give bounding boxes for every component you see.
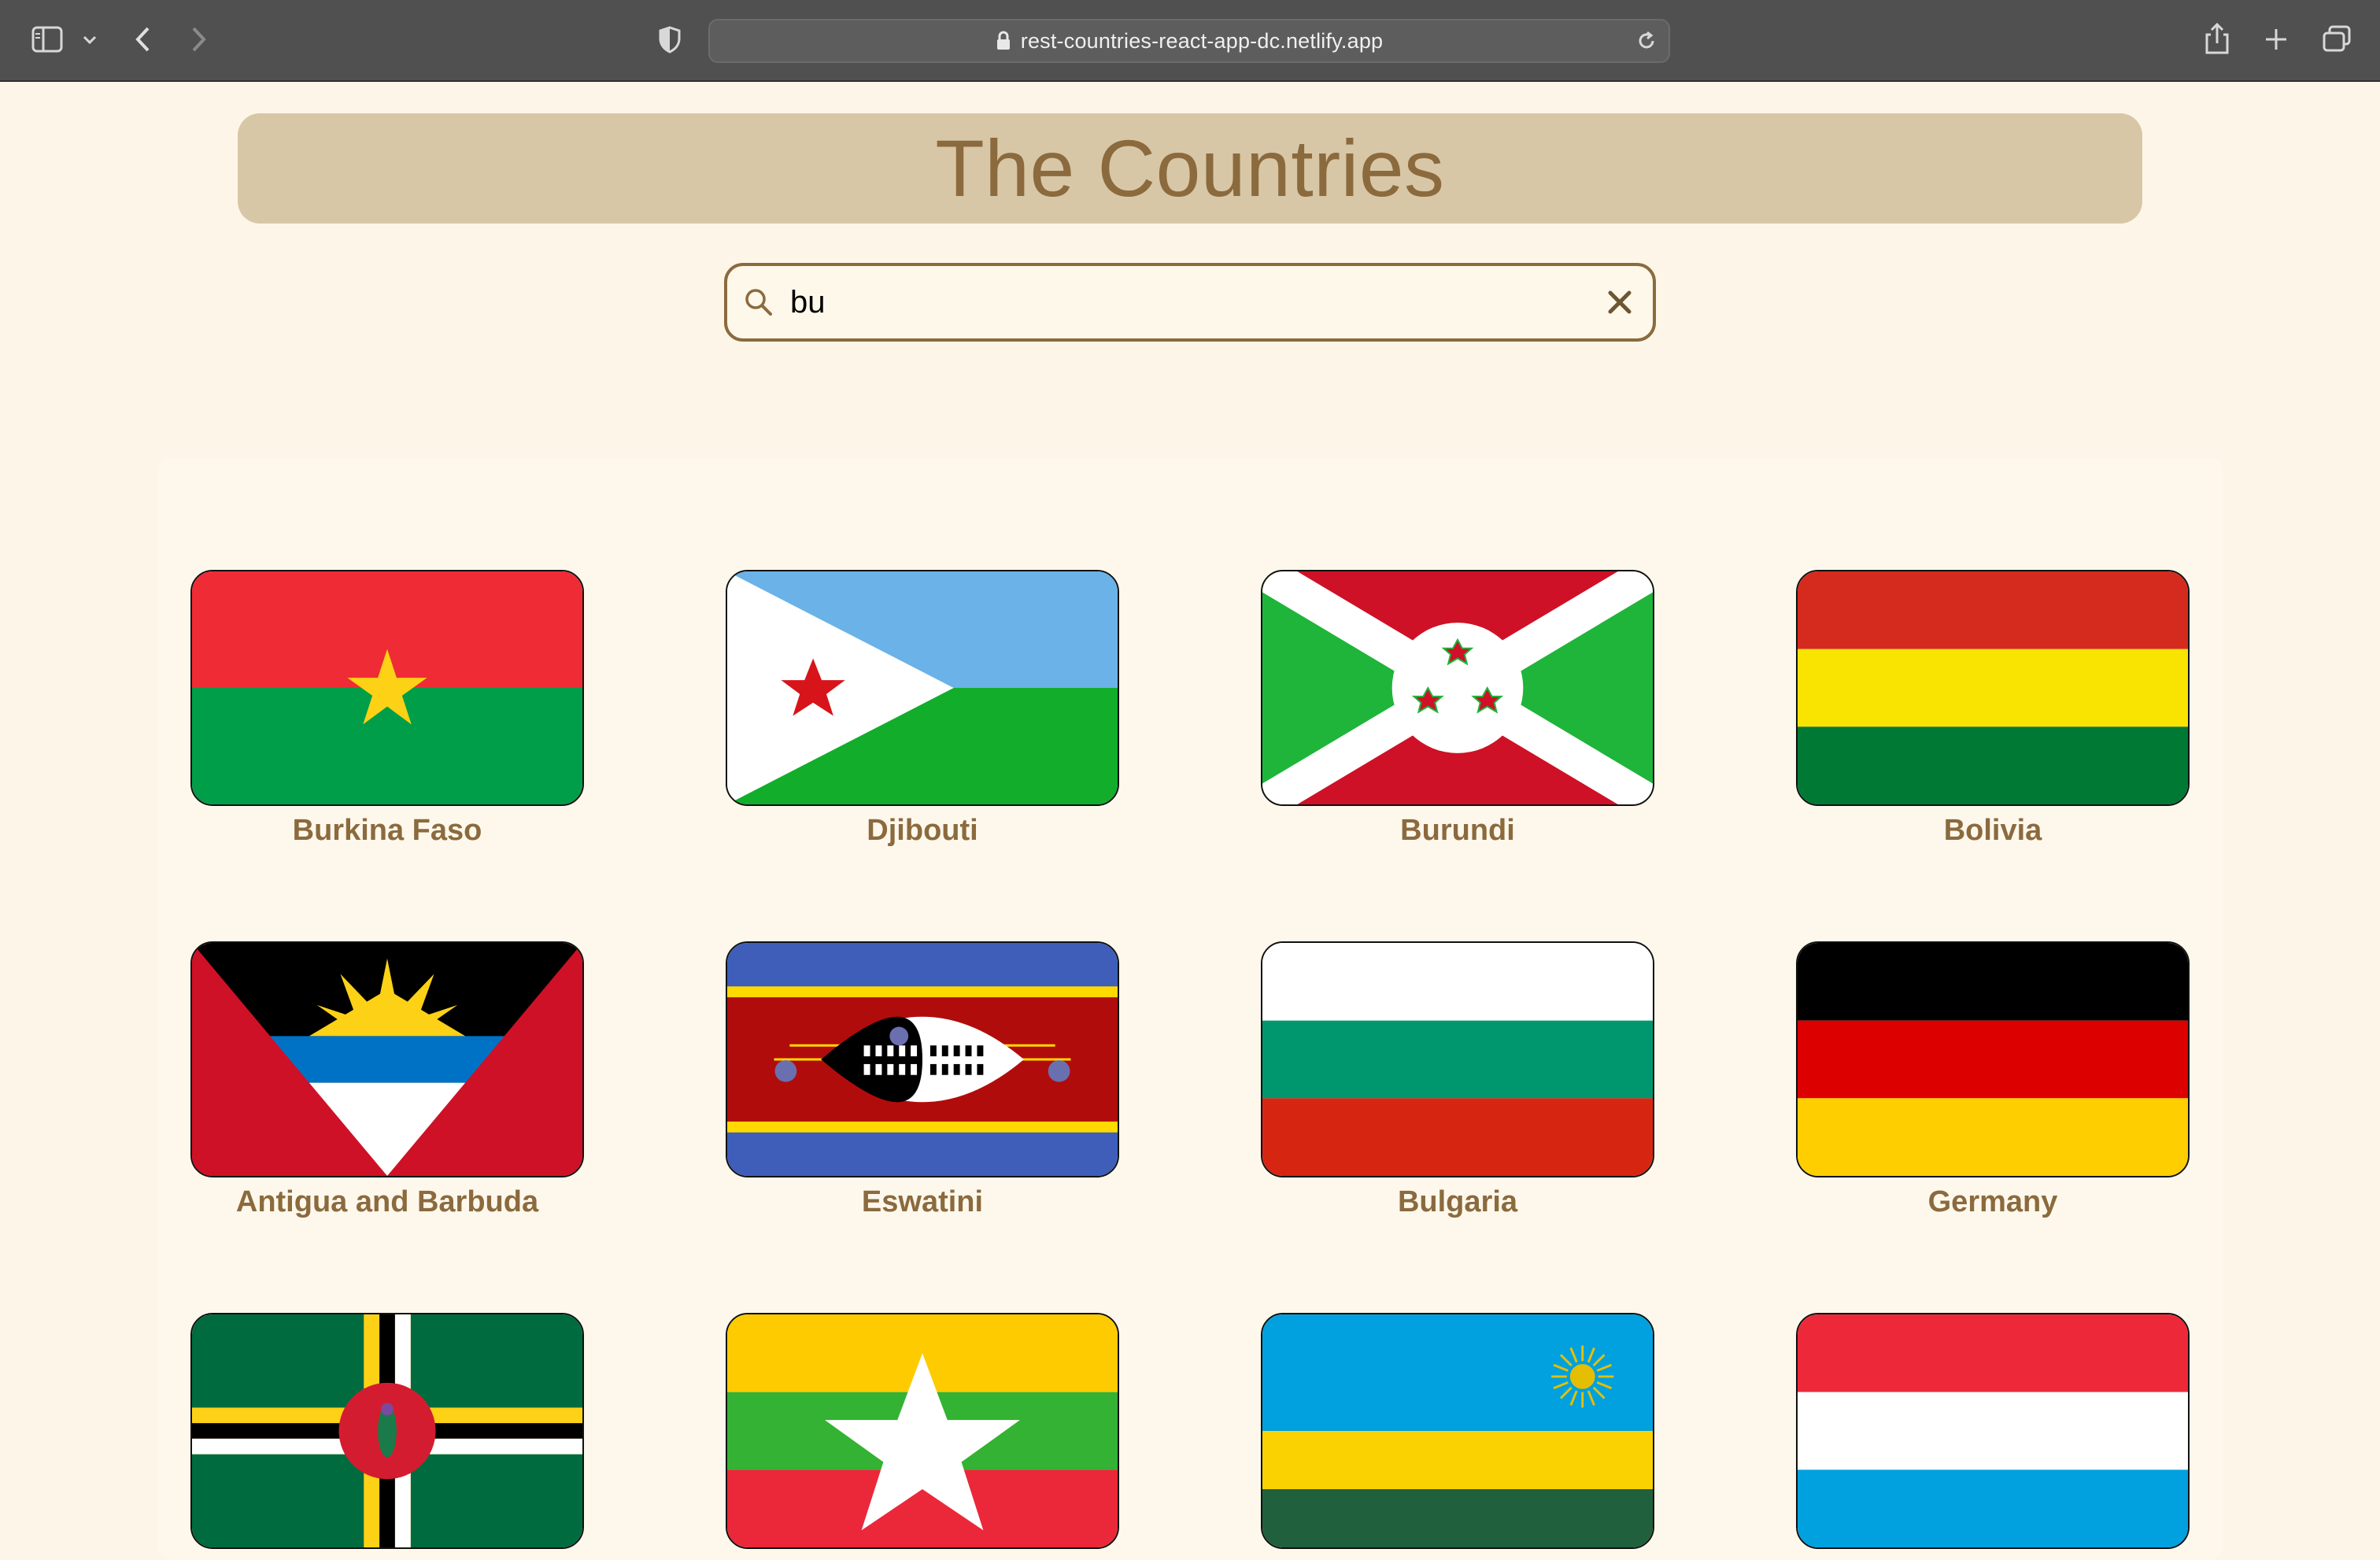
page-title: The Countries [935, 123, 1445, 213]
eswatini-flag-icon [726, 941, 1119, 1177]
forward-arrow-icon[interactable] [189, 25, 208, 54]
dominica-flag-icon [190, 1313, 584, 1549]
country-name: Eswatini [861, 1185, 984, 1218]
country-card-myanmar[interactable] [726, 1313, 1119, 1557]
search-icon [743, 286, 774, 322]
country-card-djibouti[interactable]: Djibouti [726, 570, 1119, 848]
url-text: rest-countries-react-app-dc.netlify.app [1020, 28, 1384, 53]
country-card-antigua-and-barbuda[interactable]: Antigua and Barbuda [190, 941, 584, 1219]
clear-search-icon[interactable] [1607, 290, 1632, 319]
country-card-burundi[interactable]: Burundi [1261, 570, 1654, 848]
share-icon[interactable] [2204, 22, 2230, 55]
search-box[interactable] [724, 263, 1656, 342]
sidebar-toggle-icon[interactable] [31, 25, 63, 54]
tab-overview-icon[interactable] [2322, 25, 2352, 54]
chevron-down-icon[interactable] [82, 35, 98, 46]
djibouti-flag-icon [726, 570, 1119, 806]
country-name: Bolivia [1943, 814, 2042, 847]
country-name: Germany [1927, 1185, 2058, 1218]
country-card-burkina-faso[interactable]: Burkina Faso [190, 570, 584, 848]
address-bar[interactable]: rest-countries-react-app-dc.netlify.app [708, 19, 1670, 63]
country-name: Burundi [1400, 814, 1515, 847]
country-card-germany[interactable]: Germany [1796, 941, 2190, 1219]
luxembourg-flag-icon [1796, 1313, 2190, 1549]
country-card-luxembourg[interactable] [1796, 1313, 2190, 1557]
bulgaria-flag-icon [1261, 941, 1654, 1177]
rwanda-flag-icon [1261, 1313, 1654, 1549]
antigua-and-barbuda-flag-icon [190, 941, 584, 1177]
browser-toolbar: rest-countries-react-app-dc.netlify.app [0, 0, 2380, 82]
bolivia-flag-icon [1796, 570, 2190, 806]
country-name: Burkina Faso [292, 814, 482, 847]
country-card-rwanda[interactable] [1261, 1313, 1654, 1557]
country-name: Bulgaria [1397, 1185, 1518, 1218]
country-card-dominica[interactable] [190, 1313, 584, 1557]
title-banner: The Countries [238, 113, 2142, 224]
search-input[interactable] [790, 277, 1530, 327]
reload-icon[interactable] [1635, 30, 1658, 52]
countries-panel: Burkina Faso Djibouti Burundi Bolivia An… [157, 458, 2223, 1560]
new-tab-plus-icon[interactable] [2264, 27, 2289, 52]
country-name: Djibouti [867, 814, 978, 847]
country-card-bulgaria[interactable]: Bulgaria [1261, 941, 1654, 1219]
germany-flag-icon [1796, 941, 2190, 1177]
back-arrow-icon[interactable] [134, 25, 153, 54]
burkina-faso-flag-icon [190, 570, 584, 806]
country-card-eswatini[interactable]: Eswatini [726, 941, 1119, 1219]
myanmar-flag-icon [726, 1313, 1119, 1549]
privacy-shield-icon[interactable] [658, 25, 682, 54]
lock-icon [996, 31, 1011, 51]
country-card-bolivia[interactable]: Bolivia [1796, 570, 2190, 848]
burundi-flag-icon [1261, 570, 1654, 806]
country-name: Antigua and Barbuda [235, 1185, 539, 1218]
